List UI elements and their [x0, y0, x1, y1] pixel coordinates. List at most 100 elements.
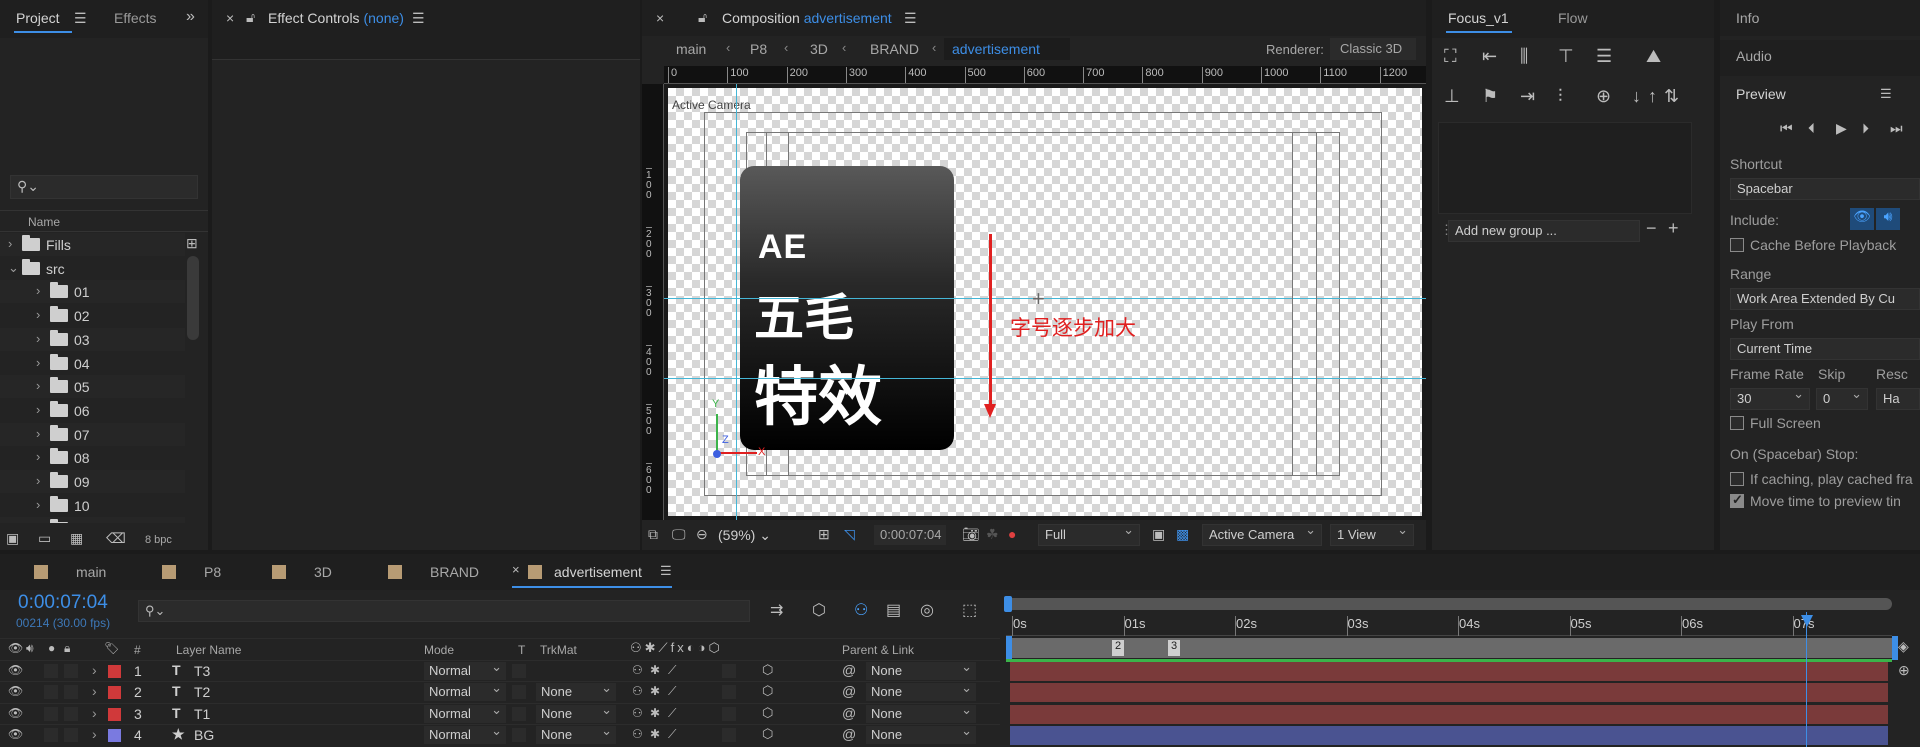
last-frame-icon[interactable]: ⏭: [1890, 120, 1903, 137]
project-item[interactable]: › 03: [0, 327, 185, 351]
layer-row[interactable]: 👁︎ › 1 T T3 Normal ⌄ ⚇ ✱ ⟋ ⬡ @ None ⌄: [0, 659, 1000, 681]
trkmat-dropdown[interactable]: None ⌄: [536, 702, 616, 723]
label-color[interactable]: [108, 686, 121, 700]
solo-box[interactable]: [44, 664, 58, 678]
text-card[interactable]: AE 五毛 特效: [740, 166, 954, 450]
layer-name[interactable]: T2: [194, 684, 210, 700]
lock-box[interactable]: [64, 664, 78, 678]
chevron-right-icon[interactable]: ›: [36, 283, 40, 298]
play-from-dropdown[interactable]: Current Time: [1730, 338, 1920, 360]
marker[interactable]: 3: [1168, 640, 1181, 656]
work-area-start-handle[interactable]: [1006, 636, 1012, 660]
info-tab[interactable]: Info: [1720, 0, 1920, 36]
chevron-right-icon[interactable]: ›: [92, 683, 97, 699]
play-icon[interactable]: ▶: [1836, 120, 1847, 137]
mode-dropdown[interactable]: Normal ⌄: [424, 680, 506, 702]
close-icon[interactable]: ×: [512, 562, 520, 577]
flag-icon[interactable]: ⚑: [1482, 86, 1498, 107]
project-item[interactable]: › Fills: [0, 233, 185, 256]
trkmat-dropdown[interactable]: None ⌄: [536, 680, 616, 702]
comp-button-icon[interactable]: ⊕: [1898, 662, 1910, 679]
project-item[interactable]: › 10: [0, 494, 185, 517]
audio-tab[interactable]: Audio: [1720, 40, 1920, 76]
mode-dropdown[interactable]: Normal ⌄: [424, 702, 506, 723]
align-vcenter-icon[interactable]: ⫶: [1558, 86, 1563, 107]
move-down-icon[interactable]: ↓: [1632, 86, 1641, 107]
shy-icon[interactable]: ⚇: [632, 706, 643, 720]
align-left-icon[interactable]: ⇤: [1482, 46, 1497, 67]
solo-box[interactable]: [44, 685, 58, 700]
transparency-grid-icon[interactable]: ▩: [1176, 526, 1189, 543]
chevron-right-icon[interactable]: ›: [36, 473, 40, 488]
quality-icon[interactable]: ⟋: [668, 663, 676, 678]
parent-dropdown[interactable]: None ⌄: [866, 659, 976, 680]
next-frame-icon[interactable]: ⏵: [1862, 120, 1869, 137]
layer-duration-bar[interactable]: [1010, 725, 1888, 745]
draft-3d-icon[interactable]: ⬡: [812, 600, 826, 620]
project-item[interactable]: › 04: [0, 352, 185, 375]
lock-icon[interactable]: 🔒︎: [64, 641, 70, 656]
eye-icon[interactable]: 👁︎: [8, 641, 23, 655]
pickwhip-icon[interactable]: @: [842, 705, 856, 721]
chevron-right-icon[interactable]: ›: [36, 378, 40, 393]
collapse-icon[interactable]: ✱: [650, 727, 660, 741]
parent-dropdown[interactable]: None ⌄: [866, 680, 976, 702]
quality-icon[interactable]: ⟋: [668, 684, 676, 699]
layer-name[interactable]: T1: [194, 706, 210, 722]
move-time-checkbox[interactable]: [1730, 492, 1744, 508]
layer-duration-bar[interactable]: [1010, 662, 1888, 681]
layer-duration-bar[interactable]: [1010, 704, 1888, 724]
quality-icon[interactable]: ⟋: [668, 727, 676, 742]
audio-toggle-icon[interactable]: 🔊︎: [1876, 208, 1900, 230]
label-icon[interactable]: 🏷︎: [104, 641, 119, 655]
mask-icon[interactable]: ⊖: [696, 526, 708, 543]
chevron-right-icon[interactable]: ›: [92, 726, 97, 742]
parent-dropdown[interactable]: None ⌄: [866, 702, 976, 723]
first-frame-icon[interactable]: ⏮: [1780, 120, 1793, 137]
chevron-right-icon[interactable]: ›: [36, 449, 40, 464]
mode-dropdown[interactable]: Normal ⌄: [424, 723, 506, 744]
project-item[interactable]: › 01: [0, 280, 185, 304]
resolution-dropdown[interactable]: Ha: [1876, 388, 1920, 410]
plus-icon[interactable]: +: [1668, 218, 1679, 239]
chevron-right-icon[interactable]: ›: [36, 426, 40, 441]
layer-search-input[interactable]: ⚲⌄: [138, 600, 750, 622]
layer-row[interactable]: 👁︎ › 2 T T2 Normal ⌄ None ⌄ ⚇ ✱ ⟋ ⬡ @ None ⌄: [0, 680, 1000, 702]
shy-icon[interactable]: ⚇: [632, 727, 643, 741]
motion-blur-box[interactable]: [722, 706, 736, 721]
project-item[interactable]: › 11: [0, 517, 185, 523]
if-caching-checkbox[interactable]: [1730, 472, 1744, 486]
renderer-value[interactable]: Classic 3D: [1330, 38, 1416, 60]
project-search-input[interactable]: ⚲⌄: [10, 175, 198, 199]
solo-box[interactable]: [44, 706, 58, 721]
align-right-icon[interactable]: ⇥: [1520, 86, 1535, 107]
3d-layer-icon[interactable]: ⬡: [762, 662, 773, 678]
mode-dropdown[interactable]: Normal ⌄: [424, 659, 506, 680]
solo-icon[interactable]: ●: [48, 641, 55, 655]
breadcrumb-p8[interactable]: P8: [750, 41, 767, 57]
monitor-icon[interactable]: 🖵︎: [672, 526, 686, 543]
camera-snapshot-icon[interactable]: 📷︎: [962, 526, 980, 543]
align-bottom-icon[interactable]: ⊥: [1444, 86, 1460, 107]
chevron-right-icon[interactable]: ›: [36, 520, 40, 523]
swap-icon[interactable]: ⇅: [1664, 86, 1679, 107]
new-folder-icon[interactable]: ▭: [38, 530, 51, 547]
solo-box[interactable]: [44, 727, 58, 742]
overflow-icon[interactable]: »: [186, 8, 195, 26]
collapse-icon[interactable]: ✱: [650, 663, 660, 677]
eye-icon[interactable]: 👁︎: [8, 727, 23, 741]
motion-blur-box[interactable]: [722, 727, 736, 742]
t-box[interactable]: [512, 706, 526, 721]
layer-name[interactable]: T3: [194, 663, 210, 679]
tab-flow[interactable]: Flow: [1558, 10, 1588, 26]
project-scrollbar[interactable]: [187, 256, 199, 340]
pickwhip-icon[interactable]: @: [842, 662, 856, 678]
close-icon[interactable]: ×: [656, 10, 664, 26]
lock-box[interactable]: [64, 727, 78, 742]
3d-layer-icon[interactable]: ⬡: [762, 683, 773, 699]
eye-icon[interactable]: 👁︎: [8, 663, 23, 677]
work-area-bar[interactable]: [1006, 598, 1892, 610]
t-box[interactable]: [512, 685, 526, 700]
project-item[interactable]: › 06: [0, 399, 185, 422]
eye-icon[interactable]: 👁︎: [8, 684, 23, 698]
